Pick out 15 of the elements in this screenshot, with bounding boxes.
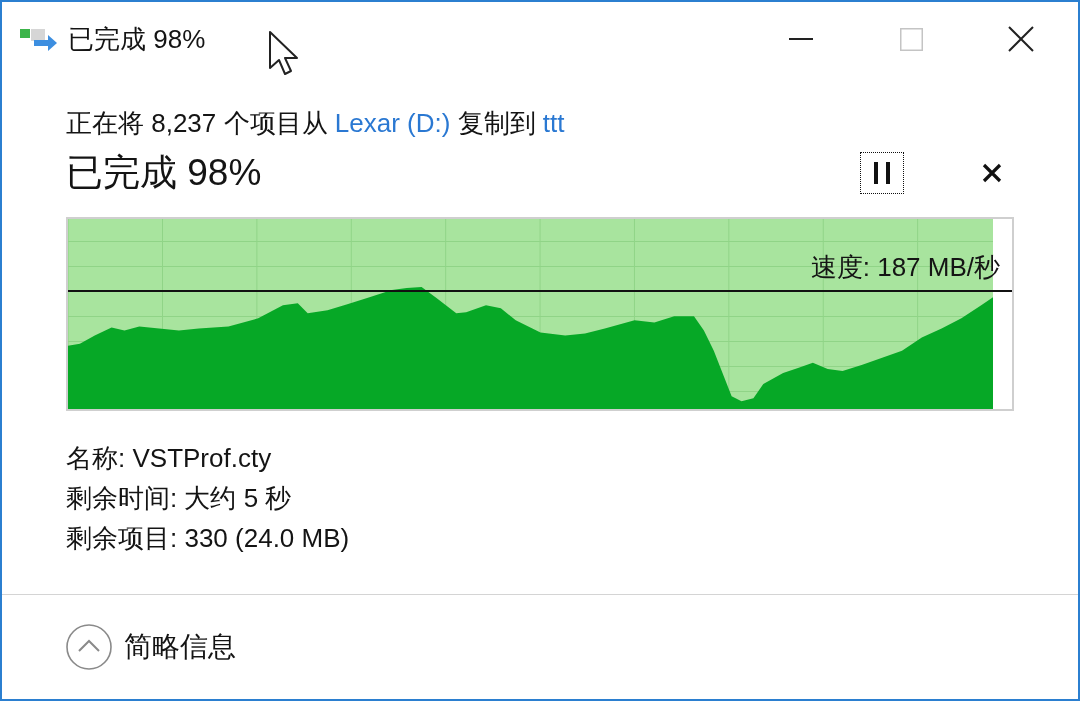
mouse-pointer-icon [268,30,300,76]
detail-text: 名称: VSTProf.cty [66,442,273,475]
window-title: 已完成 98% [68,23,206,56]
close-icon [982,163,1002,183]
pause-icon [874,162,890,184]
copy-description: 正在将 8,237 个项目从 Lexar (D:) 复制到 ttt [66,107,566,140]
detail-text: 剩余项目: 330 (24.0 MB) [66,522,351,555]
pause-button[interactable] [860,152,904,194]
speed-label: 速度: 187 MB/秒 [810,251,1000,284]
details-toggle-button[interactable]: 简略信息 [66,624,236,670]
location-link[interactable]: ttt [542,108,565,138]
file-transfer-icon [20,27,58,51]
location-link[interactable]: Lexar (D:) [334,108,451,138]
progress-heading: 已完成 98% [66,151,262,195]
detail-text: 剩余时间: 大约 5 秒 [66,482,293,515]
